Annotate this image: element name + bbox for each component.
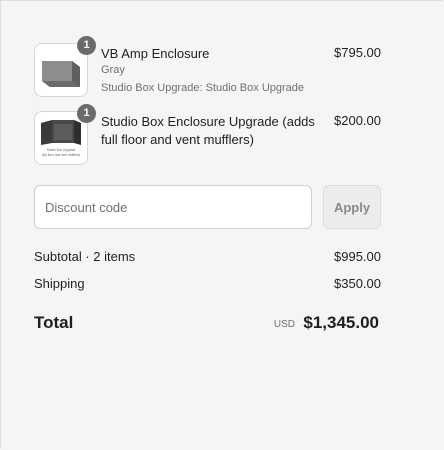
apply-discount-button[interactable]: Apply bbox=[323, 185, 381, 229]
item-price: $200.00 bbox=[334, 113, 381, 128]
item-name: Studio Box Enclosure Upgrade (adds full … bbox=[101, 114, 315, 147]
order-summary-panel: 1 VB Amp Enclosure Gray Studio Box Upgra… bbox=[0, 0, 443, 449]
shipping-value: $350.00 bbox=[334, 276, 381, 291]
shipping-label: Shipping bbox=[34, 276, 85, 291]
item-variant: Gray bbox=[101, 64, 125, 76]
line-item: Studio Box Upgrade (full floor and vent … bbox=[34, 104, 381, 167]
thumbnail-caption: (full floor and vent mufflers) bbox=[42, 153, 81, 157]
item-option: Studio Box Upgrade: Studio Box Upgrade bbox=[101, 82, 305, 94]
total-currency: USD bbox=[273, 319, 295, 330]
item-price: $795.00 bbox=[334, 45, 381, 60]
subtotal-value: $995.00 bbox=[334, 249, 381, 264]
total-label: Total bbox=[34, 313, 74, 332]
quantity-badge: 1 bbox=[77, 36, 96, 55]
subtotal-label: Subtotal · 2 items bbox=[34, 249, 136, 264]
gray-amp-enclosure-image bbox=[38, 47, 84, 93]
line-item: 1 VB Amp Enclosure Gray Studio Box Upgra… bbox=[34, 36, 381, 99]
quantity-badge: 1 bbox=[77, 104, 96, 123]
total-amount: $1,345.00 bbox=[303, 313, 379, 332]
thumbnail-caption: Studio Box Upgrade bbox=[47, 148, 76, 152]
item-name: VB Amp Enclosure bbox=[101, 46, 210, 61]
discount-code-input[interactable] bbox=[34, 185, 312, 229]
studio-box-upgrade-image: Studio Box Upgrade (full floor and vent … bbox=[38, 115, 84, 161]
